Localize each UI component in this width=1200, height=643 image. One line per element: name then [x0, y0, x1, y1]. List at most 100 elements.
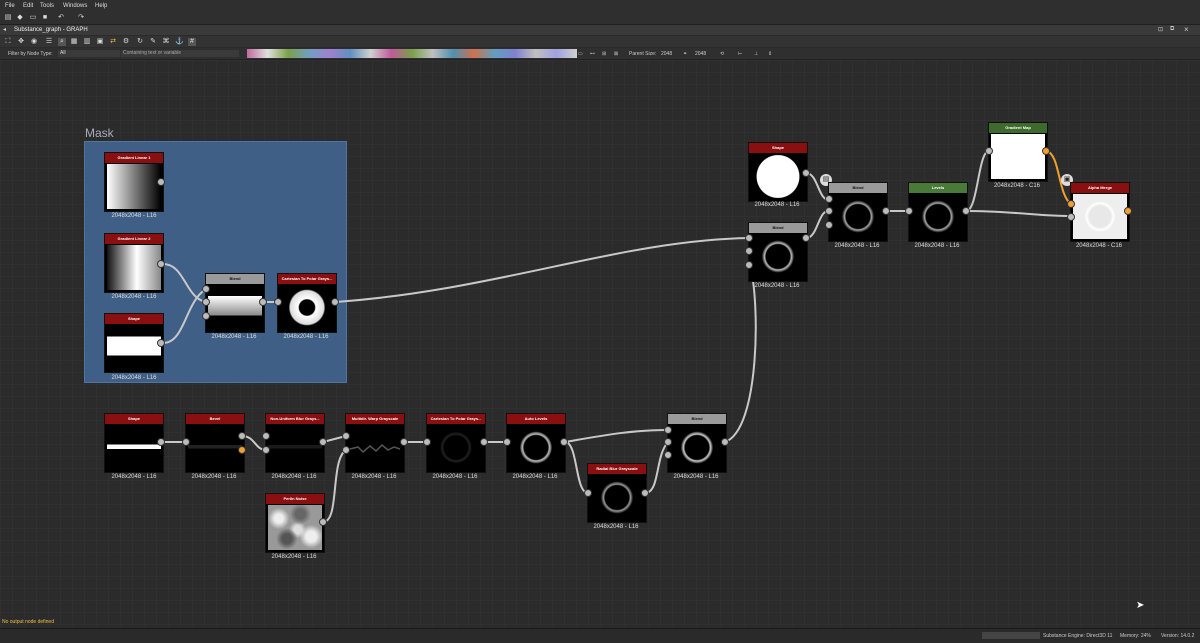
- node-resolution: 2048x2048 - L16: [271, 474, 317, 480]
- input-port[interactable]: [745, 261, 753, 269]
- node-shape-top[interactable]: Shape: [748, 142, 808, 202]
- progress-bar: [982, 632, 1040, 639]
- node-title: Bevel: [186, 414, 244, 424]
- output-port[interactable]: [157, 438, 165, 446]
- input-port[interactable]: [664, 426, 672, 434]
- output-port[interactable]: [560, 438, 568, 446]
- node-gradient-linear-2[interactable]: Gradient Linear 2: [104, 233, 164, 293]
- node-multidir-warp[interactable]: Multidir. Warp Grayscale: [345, 413, 405, 473]
- wire: [644, 441, 669, 494]
- node-title: Non-Uniform Blur Grays...: [266, 414, 324, 424]
- output-port[interactable]: [238, 432, 246, 440]
- node-alpha-merge[interactable]: Alpha Merge: [1070, 182, 1130, 242]
- wire: [564, 429, 669, 443]
- output-port[interactable]: [641, 489, 649, 497]
- node-resolution: 2048x2048 - L16: [512, 474, 558, 480]
- output-port[interactable]: [157, 260, 165, 268]
- node-thumbnail: [348, 425, 402, 470]
- node-non-uniform-blur[interactable]: Non-Uniform Blur Grays...: [265, 413, 325, 473]
- input-port[interactable]: [342, 446, 350, 454]
- node-resolution: 2048x2048 - L16: [593, 524, 639, 530]
- input-port[interactable]: [664, 451, 672, 459]
- output-port[interactable]: [157, 339, 165, 347]
- node-title: Shape: [105, 414, 163, 424]
- output-port[interactable]: [480, 438, 488, 446]
- output-port[interactable]: [259, 298, 267, 306]
- input-port[interactable]: [182, 438, 190, 446]
- node-resolution: 2048x2048 - L16: [111, 375, 157, 381]
- output-port[interactable]: [802, 234, 810, 242]
- node-levels[interactable]: Levels: [908, 182, 968, 242]
- input-port[interactable]: [664, 438, 672, 446]
- input-port[interactable]: [202, 298, 210, 306]
- output-port[interactable]: [962, 207, 970, 215]
- output-port[interactable]: [802, 169, 810, 177]
- input-port[interactable]: [825, 207, 833, 215]
- node-thumbnail: [1073, 194, 1127, 239]
- node-title: Blend: [749, 223, 807, 233]
- node-perlin-noise[interactable]: Perlin Noise: [265, 493, 325, 553]
- input-port[interactable]: [745, 247, 753, 255]
- node-thumbnail: [751, 234, 805, 279]
- input-port[interactable]: [342, 432, 350, 440]
- warp-line: [349, 443, 401, 454]
- wire: [724, 265, 757, 443]
- node-gradient-linear-1[interactable]: Gradient Linear 1: [104, 152, 164, 212]
- node-cartesian-polar-2[interactable]: Cartesian To Polar Grays...: [426, 413, 486, 473]
- input-port[interactable]: [262, 446, 270, 454]
- connections: [162, 150, 1072, 523]
- node-title: Gradient Linear 1: [105, 153, 163, 163]
- node-title: Radial Blur Grayscale: [588, 464, 646, 474]
- input-port[interactable]: [584, 489, 592, 497]
- node-blend-mid[interactable]: Blend: [748, 222, 808, 282]
- node-resolution: 2048x2048 - L16: [914, 243, 960, 249]
- wire: [965, 210, 1072, 217]
- input-port[interactable]: [503, 438, 511, 446]
- node-thumbnail: [509, 425, 563, 470]
- output-port[interactable]: [882, 207, 890, 215]
- input-port[interactable]: [274, 298, 282, 306]
- input-port[interactable]: [745, 234, 753, 242]
- node-blend-mask[interactable]: Blend: [205, 273, 265, 333]
- node-thumbnail: [831, 194, 885, 239]
- node-resolution: 2048x2048 - L16: [111, 213, 157, 219]
- node-thumbnail: [751, 154, 805, 199]
- input-port[interactable]: [905, 207, 913, 215]
- output-port[interactable]: [319, 518, 327, 526]
- output-port-color[interactable]: [238, 446, 246, 454]
- node-thumbnail: [280, 285, 334, 330]
- output-port[interactable]: [721, 438, 729, 446]
- node-gradient-map[interactable]: Gradient Map: [988, 122, 1048, 182]
- output-port-color[interactable]: [1042, 147, 1050, 155]
- node-blend-low[interactable]: Blend: [667, 413, 727, 473]
- node-title: Levels: [909, 183, 967, 193]
- input-port[interactable]: [825, 221, 833, 229]
- node-auto-levels[interactable]: Auto Levels: [506, 413, 566, 473]
- node-radial-blur[interactable]: Radial Blur Grayscale: [587, 463, 647, 523]
- node-shape-mask[interactable]: Shape: [104, 313, 164, 373]
- status-message: No output node defined: [2, 619, 54, 625]
- node-bevel[interactable]: Bevel: [185, 413, 245, 473]
- input-port[interactable]: [1067, 213, 1075, 221]
- node-thumbnail: [107, 325, 161, 370]
- node-title: Cartesian To Polar Grays...: [278, 274, 336, 284]
- node-blend-top[interactable]: Blend: [828, 182, 888, 242]
- wire: [564, 441, 589, 494]
- input-port[interactable]: [423, 438, 431, 446]
- input-port[interactable]: [202, 312, 210, 320]
- output-port[interactable]: [400, 438, 408, 446]
- node-resolution: 2048x2048 - L16: [432, 474, 478, 480]
- input-port[interactable]: [202, 285, 210, 293]
- input-port[interactable]: [262, 432, 270, 440]
- node-resolution: 2048x2048 - L16: [211, 334, 257, 340]
- input-port[interactable]: [985, 147, 993, 155]
- input-port[interactable]: [825, 195, 833, 203]
- node-cartesian-polar-mask[interactable]: Cartesian To Polar Grays...: [277, 273, 337, 333]
- output-port[interactable]: [331, 298, 339, 306]
- input-port-color[interactable]: [1067, 200, 1075, 208]
- engine-label: Substance Engine: Direct3D 11: [1043, 633, 1113, 639]
- output-port[interactable]: [157, 178, 165, 186]
- output-port[interactable]: [319, 438, 327, 446]
- node-shape-2[interactable]: Shape: [104, 413, 164, 473]
- output-port-color[interactable]: [1124, 207, 1132, 215]
